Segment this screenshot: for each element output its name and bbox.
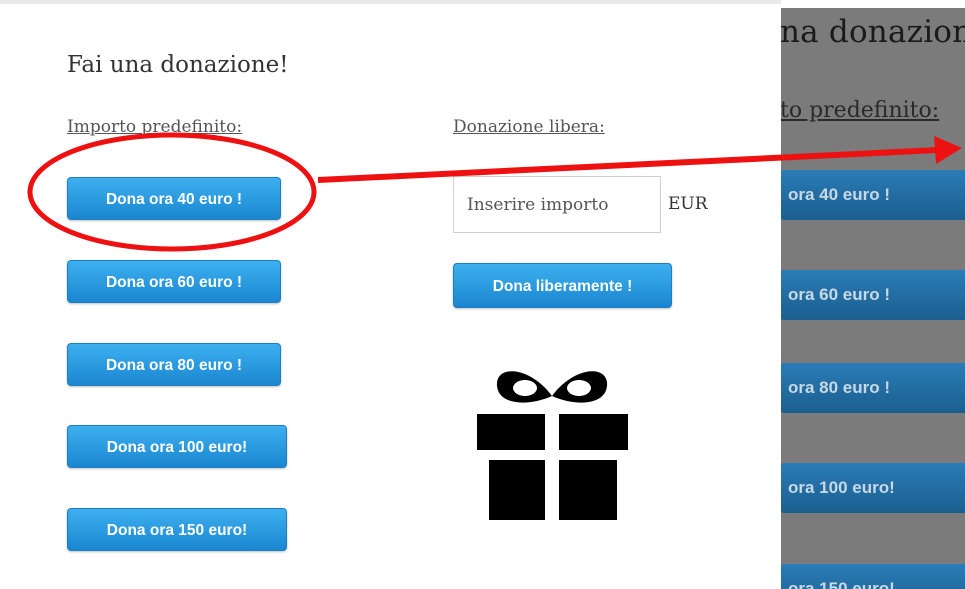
donate-60-button[interactable]: Dona ora 60 euro ! (67, 260, 281, 303)
background-button-100: ora 100 euro! (780, 463, 965, 513)
donate-100-button[interactable]: Dona ora 100 euro! (67, 425, 287, 468)
modal-title: Fai una donazione! (67, 52, 289, 78)
modal-top-border (0, 0, 781, 4)
donate-40-button[interactable]: Dona ora 40 euro ! (67, 177, 281, 220)
donate-80-button[interactable]: Dona ora 80 euro ! (67, 343, 281, 386)
background-predefined-label: to predefinito: (780, 98, 940, 123)
donate-150-button[interactable]: Dona ora 150 euro! (67, 508, 287, 551)
amount-input[interactable] (453, 176, 661, 233)
free-donation-label: Donazione libera: (453, 117, 605, 137)
predefined-amount-label: Importo predefinito: (67, 117, 243, 137)
currency-label: EUR (668, 194, 708, 214)
background-button-150: ora 150 euro! (780, 564, 965, 589)
donate-freely-button[interactable]: Dona liberamente ! (453, 263, 672, 308)
background-button-60: ora 60 euro ! (780, 270, 965, 320)
gift-icon (477, 371, 628, 520)
donation-modal: Fai una donazione! Importo predefinito: … (0, 0, 781, 589)
background-title: na donazion (780, 14, 965, 50)
background-button-40: ora 40 euro ! (780, 170, 965, 220)
background-button-80: ora 80 euro ! (780, 363, 965, 413)
